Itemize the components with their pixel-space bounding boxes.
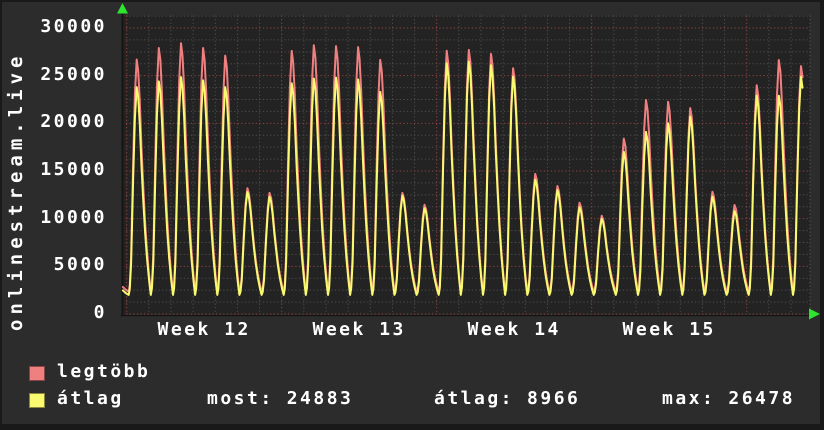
stat-current-value: 24883: [286, 388, 354, 409]
x-tick-week-15: Week 15: [622, 319, 716, 340]
y-tick-5000: 5000: [53, 254, 107, 276]
x-tick-week-12: Week 12: [157, 319, 251, 340]
legend-swatch-atlag: [29, 393, 45, 408]
y-tick-30000: 30000: [40, 16, 107, 37]
stat-average-label: átlag:: [434, 388, 515, 409]
y-axis-arrow-icon: [117, 3, 128, 14]
legend-label-legtobb: legtöbb: [57, 361, 151, 382]
stat-max-label: max:: [662, 388, 716, 409]
stat-max-value: 26478: [728, 388, 796, 409]
stat-average-value: 8966: [527, 388, 581, 409]
stat-current: most: 24883: [207, 390, 353, 408]
legend-swatch-legtobb: [29, 366, 45, 381]
y-tick-15000: 15000: [40, 159, 107, 180]
y-tick-0: 0: [93, 302, 107, 323]
y-tick-10000: 10000: [40, 206, 107, 228]
stat-average: átlag: 8966: [434, 390, 580, 408]
y-tick-20000: 20000: [40, 111, 107, 133]
legend-label-atlag: átlag: [57, 388, 124, 409]
x-tick-week-13: Week 13: [312, 319, 406, 340]
stat-max: max: 26478: [662, 390, 795, 408]
y-tick-25000: 25000: [40, 63, 107, 85]
x-tick-week-14: Week 14: [467, 319, 561, 340]
x-axis-arrow-icon: [809, 308, 820, 320]
stat-current-label: most:: [207, 388, 274, 409]
rrdtool-graph-window: onlinestream.live 0 5000 10000 15000 20000 25…: [0, 0, 824, 430]
